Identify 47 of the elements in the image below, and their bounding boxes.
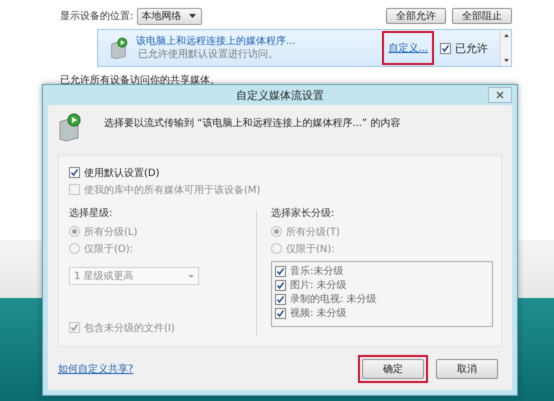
radio-label: 仅限于(O): bbox=[84, 242, 134, 256]
location-dropdown[interactable]: 本地网络 bbox=[137, 8, 202, 24]
arrow-up-icon[interactable] bbox=[504, 34, 508, 37]
checkbox-label: 已允许 bbox=[455, 40, 488, 56]
caret-icon bbox=[188, 274, 194, 278]
media-device-icon bbox=[110, 36, 130, 60]
device-status: 已允许使用默认设置进行访问。 bbox=[137, 48, 279, 61]
checkbox[interactable] bbox=[69, 167, 80, 178]
checkbox-label: 使我的库中的所有媒体可用于该设备(M) bbox=[84, 184, 260, 196]
radio-button[interactable] bbox=[271, 226, 282, 237]
close-icon bbox=[496, 91, 504, 99]
group-title: 选择家长分级: bbox=[271, 206, 336, 221]
checkbox-label: 录制的电视: 未分级 bbox=[290, 292, 377, 306]
radio-label: 所有分级(L) bbox=[84, 226, 138, 238]
checkbox-label: 使用默认设置(D) bbox=[84, 166, 160, 180]
group-title: 选择星级: bbox=[69, 206, 114, 221]
location-label: 显示设备的位置: bbox=[60, 10, 134, 23]
help-link[interactable]: 如何自定义共享? bbox=[58, 362, 134, 376]
checkbox-label: 包含未分级的文件(I) bbox=[84, 322, 175, 334]
scrollbar[interactable] bbox=[500, 30, 511, 66]
radio-button[interactable] bbox=[271, 243, 282, 254]
checkbox[interactable] bbox=[275, 266, 286, 276]
caret-icon bbox=[189, 14, 196, 18]
button[interactable]: 确定 bbox=[362, 358, 424, 378]
radio-label: 仅限于(N): bbox=[286, 242, 335, 256]
checkbox-label: 音乐:未分级 bbox=[290, 264, 344, 278]
checkbox[interactable] bbox=[275, 294, 286, 304]
checkbox[interactable] bbox=[440, 42, 451, 54]
button[interactable]: 全部允许 bbox=[386, 8, 446, 24]
device-row[interactable]: 该电脑上和远程连接上的媒体程序... 已允许使用默认设置进行访问。 自定义... 已允许 bbox=[97, 29, 512, 67]
customize-link[interactable]: 自定义... bbox=[388, 43, 428, 54]
checkbox[interactable] bbox=[275, 308, 286, 318]
radio-button[interactable] bbox=[69, 226, 80, 237]
checkbox[interactable] bbox=[275, 280, 286, 290]
radio-button[interactable] bbox=[69, 243, 80, 254]
checkbox-label: 视频: 未分级 bbox=[290, 306, 347, 320]
dialog-heading: 选择要以流式传输到 “该电脑上和远程连接上的媒体程序...” 的内容 bbox=[104, 116, 400, 130]
arrow-down-icon[interactable] bbox=[504, 59, 508, 62]
button[interactable]: 取消 bbox=[436, 358, 498, 378]
device-name-link[interactable]: 该电脑上和远程连接上的媒体程序... bbox=[136, 35, 376, 48]
button[interactable]: 全部阻止 bbox=[452, 8, 512, 24]
checkbox-label: 图片: 未分级 bbox=[290, 278, 347, 292]
close-button[interactable] bbox=[488, 87, 512, 103]
radio-label: 所有分级(T) bbox=[286, 226, 340, 238]
status-text: 已允许所有设备访问你的共享媒体。 bbox=[60, 74, 221, 87]
checkbox[interactable] bbox=[69, 322, 80, 333]
dialog-title: 自定义媒体流设置 bbox=[236, 88, 324, 102]
